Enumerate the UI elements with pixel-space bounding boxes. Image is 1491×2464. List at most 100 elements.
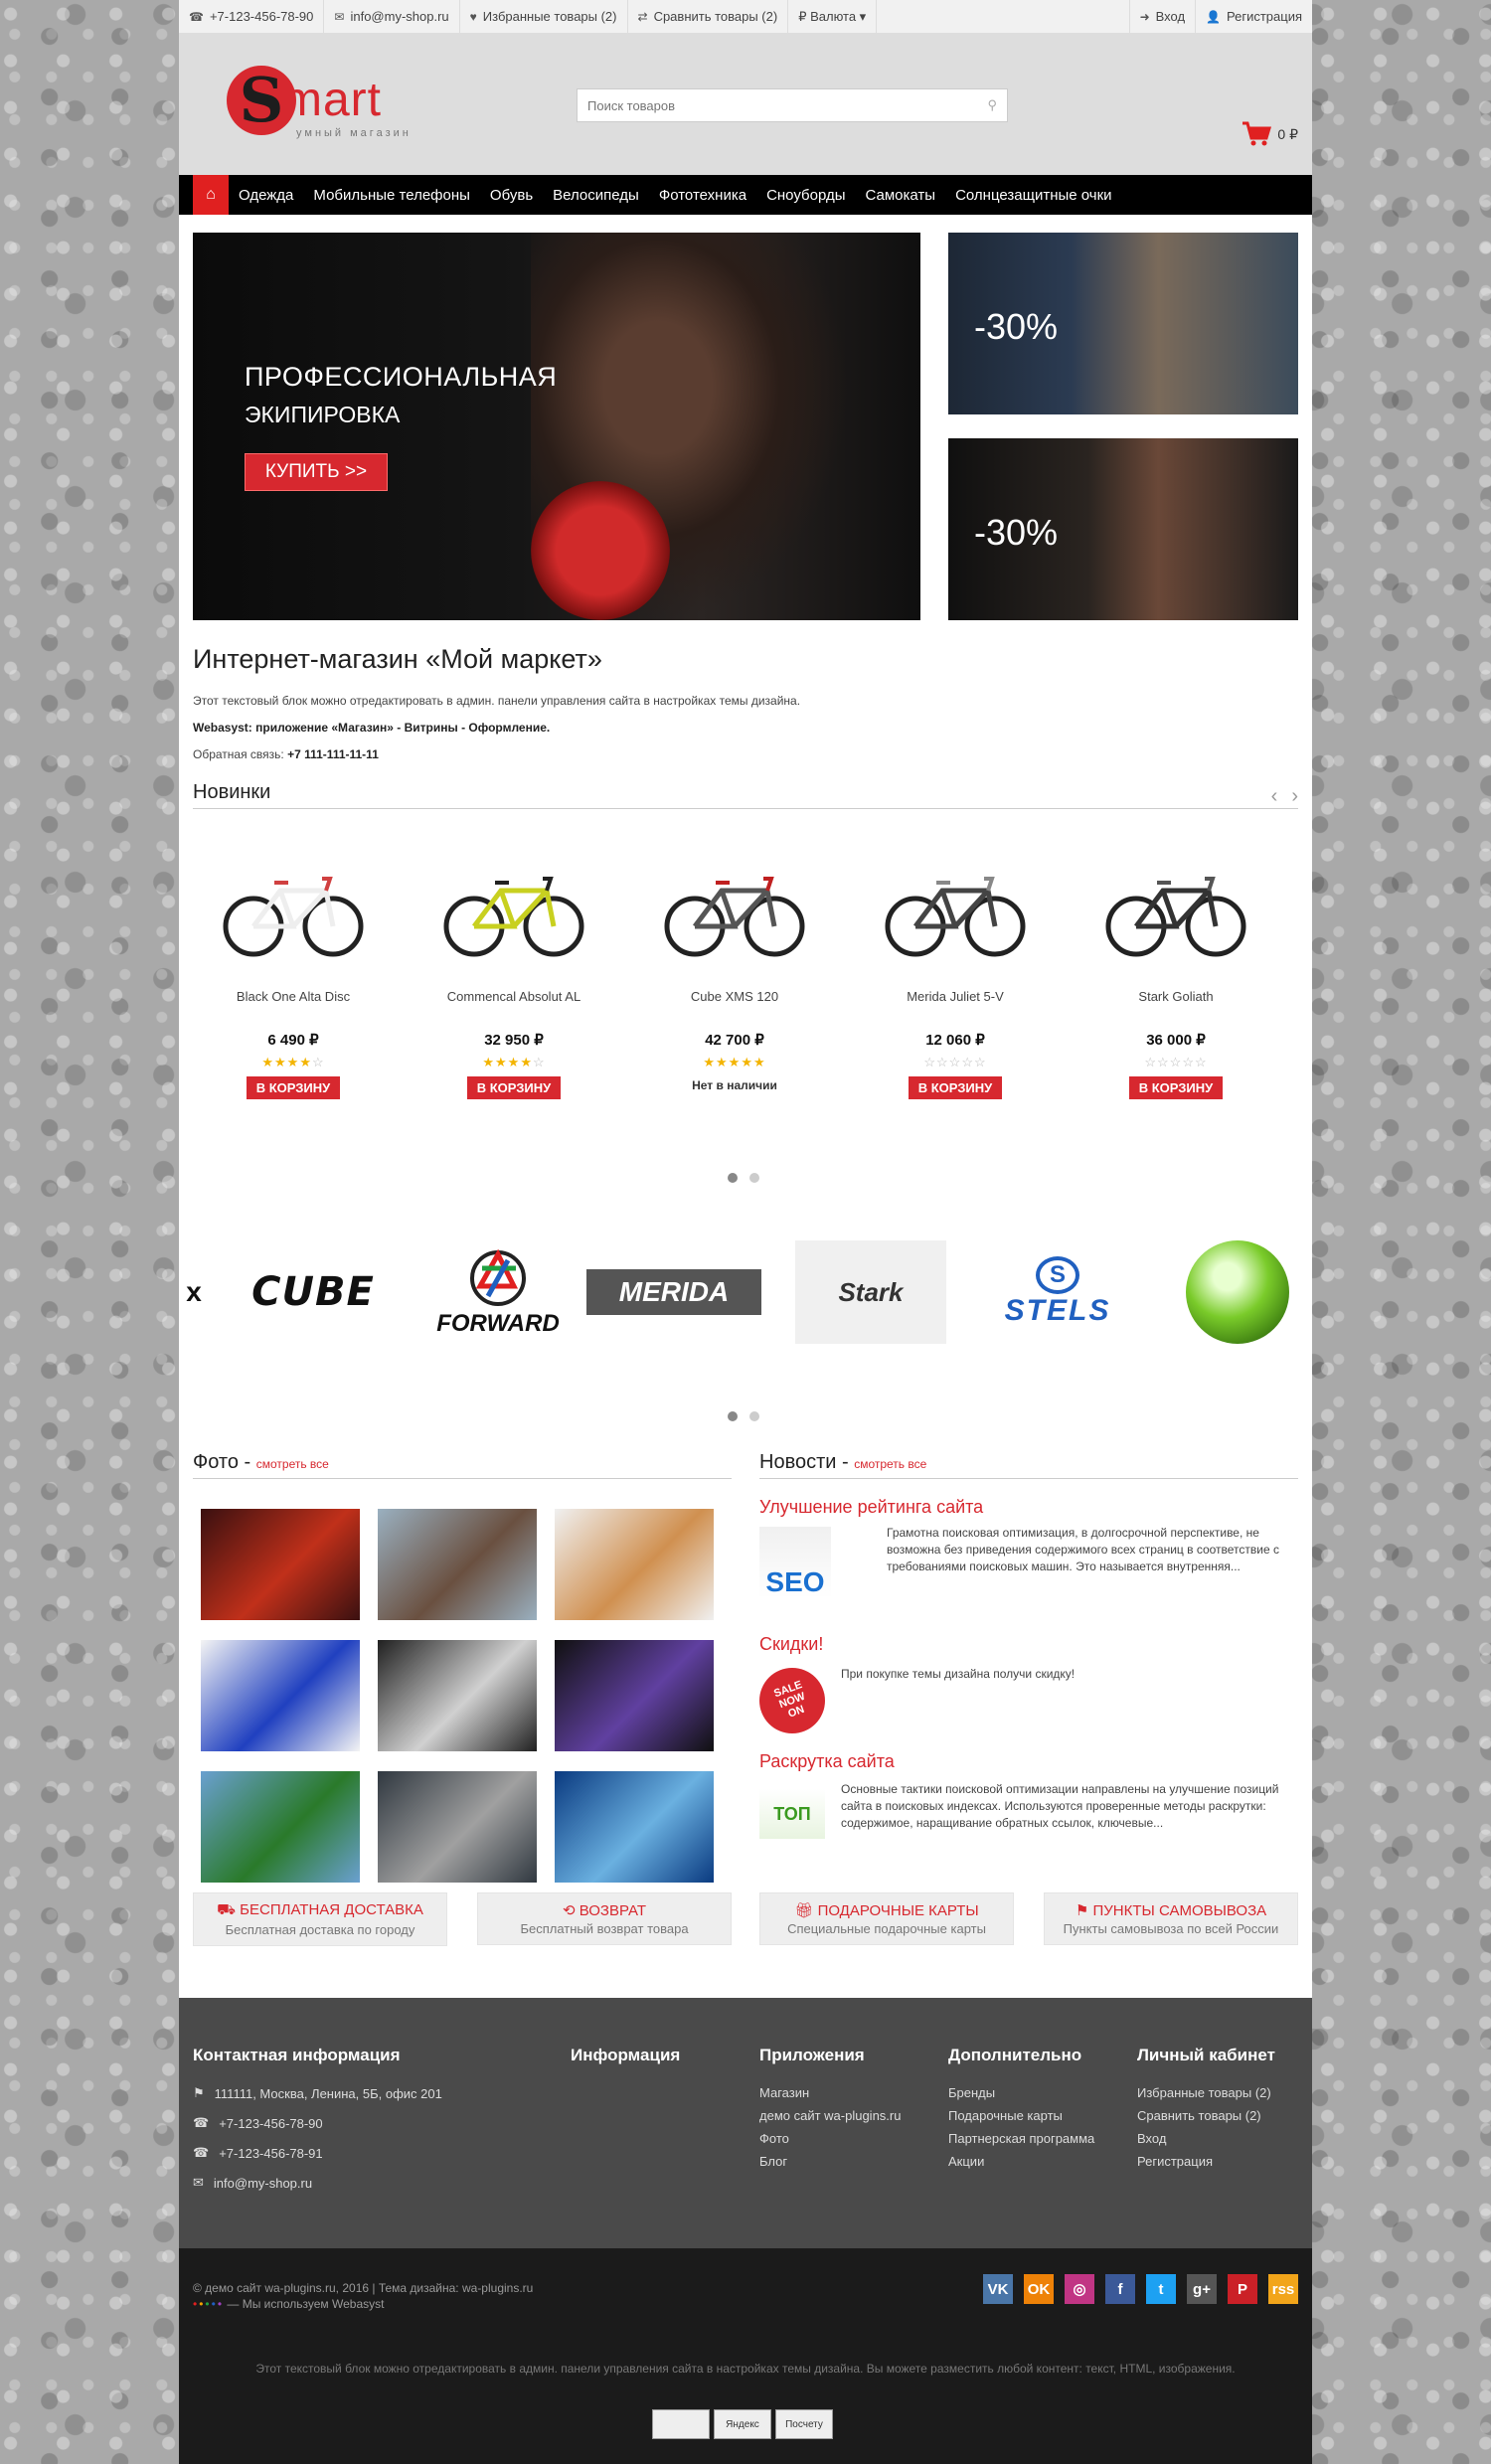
photo-thumbnail[interactable] [378,1771,537,1883]
counter-badge[interactable] [652,2409,710,2439]
news-title[interactable]: Улучшение рейтинга сайта [759,1497,983,1518]
nav-item[interactable]: Мобильные телефоны [303,187,480,204]
add-to-cart-button[interactable]: В КОРЗИНУ [908,1076,1003,1099]
photos-view-all-link[interactable]: смотреть все [256,1457,329,1471]
news-title[interactable]: Раскрутка сайта [759,1751,895,1772]
nav-item[interactable]: Велосипеды [543,187,649,204]
product-card[interactable]: Stark Goliath 36 000 ₽ ☆☆☆☆☆ В КОРЗИНУ [1081,855,1270,1099]
footer-link[interactable]: Бренды [948,2085,1094,2100]
brand-logo-cube[interactable]: CUBE [219,1240,408,1344]
product-name[interactable]: Merida Juliet 5-V [861,989,1050,1009]
nav-item[interactable]: Одежда [229,187,303,204]
bike-image[interactable] [439,855,588,964]
pagination-dot[interactable] [749,1411,759,1421]
topbar-phone[interactable]: ☎ +7-123-456-78-90 [179,0,325,33]
vk-icon[interactable]: VK [983,2274,1013,2304]
footer-email[interactable]: ✉ info@my-shop.ru [193,2175,442,2191]
pinterest-icon[interactable]: P [1228,2274,1257,2304]
add-to-cart-button[interactable]: В КОРЗИНУ [466,1076,562,1099]
counter-badge[interactable]: Посчету [775,2409,833,2439]
photo-thumbnail[interactable] [378,1509,537,1620]
google-plus-icon[interactable]: g+ [1187,2274,1217,2304]
brand-logo-stark[interactable]: Stark [795,1240,946,1344]
footer-link[interactable]: Фото [759,2131,901,2146]
brand-logo-sony-ericsson[interactable] [1183,1240,1292,1344]
hero-banner[interactable]: ПРОФЕССИОНАЛЬНАЯ ЭКИПИРОВКА КУПИТЬ >> [193,233,920,620]
brand-logo-forward[interactable]: FORWARD [414,1240,582,1344]
topbar-email[interactable]: ✉ info@my-shop.ru [324,0,460,33]
photo-thumbnail[interactable] [555,1509,714,1620]
home-icon[interactable]: ⌂ [193,175,229,215]
feature-return[interactable]: ⟲ ВОЗВРАТ Бесплатный возврат товара [477,1892,732,1945]
photo-thumbnail[interactable] [201,1509,360,1620]
footer-link[interactable]: Магазин [759,2085,901,2100]
bike-image[interactable] [219,855,368,964]
product-card[interactable]: Cube XMS 120 42 700 ₽ ★★★★★ Нет в наличии [640,855,829,1092]
bike-image[interactable] [881,855,1030,964]
photo-thumbnail[interactable] [555,1640,714,1751]
footer-link[interactable]: Вход [1137,2131,1275,2146]
brand-logo-stels[interactable]: S STELS [970,1240,1145,1344]
login-link[interactable]: ➜ Вход [1128,0,1195,33]
footer-phone[interactable]: ☎ +7-123-456-78-91 [193,2145,442,2161]
cart[interactable]: 0 ₽ [1242,121,1298,147]
currency-dropdown[interactable]: ₽ Валюта ▾ [788,0,878,33]
photo-thumbnail[interactable] [378,1640,537,1751]
footer-link[interactable]: Регистрация [1137,2154,1275,2169]
topbar-favorites[interactable]: ♥ Избранные товары (2) [460,0,628,33]
top-ranking-image[interactable]: ТОП [759,1789,825,1839]
feature-pickup-points[interactable]: ⚑ ПУНКТЫ САМОВЫВОЗА Пункты самовывоза по… [1044,1892,1298,1945]
chevron-left-icon[interactable]: ‹ [1271,785,1278,808]
odnoklassniki-icon[interactable]: OK [1024,2274,1054,2304]
sale-badge-image[interactable]: SALE NOW ON [759,1668,825,1733]
photo-thumbnail[interactable] [555,1771,714,1883]
nav-item[interactable]: Сноуборды [756,187,855,204]
bike-image[interactable] [660,855,809,964]
footer-link[interactable]: Избранные товары (2) [1137,2085,1275,2100]
search-icon[interactable]: ⚲ [987,97,997,113]
brand-logo-partial[interactable]: x [179,1240,209,1344]
pagination-dot[interactable] [749,1173,759,1183]
product-card[interactable]: Commencal Absolut AL 32 950 ₽ ★★★★☆ В КОРЗИ… [419,855,608,1099]
footer-link[interactable]: Акции [948,2154,1094,2169]
topbar-compare[interactable]: ⇄ Сравнить товары (2) [628,0,789,33]
footer-link[interactable]: Блог [759,2154,901,2169]
product-card[interactable]: Merida Juliet 5-V 12 060 ₽ ☆☆☆☆☆ В КОРЗИНУ [861,855,1050,1099]
product-name[interactable]: Commencal Absolut AL [419,989,608,1009]
facebook-icon[interactable]: f [1105,2274,1135,2304]
photo-thumbnail[interactable] [201,1640,360,1751]
feature-gift-cards[interactable]: 🎁︎ ПОДАРОЧНЫЕ КАРТЫ Специальные подарочн… [759,1892,1014,1945]
logo[interactable]: S mart [227,66,382,135]
product-card[interactable]: Black One Alta Disc 6 490 ₽ ★★★★☆ В КОРЗИНУ [199,855,388,1099]
news-view-all-link[interactable]: смотреть все [854,1457,926,1471]
rss-icon[interactable]: rss [1268,2274,1298,2304]
add-to-cart-button[interactable]: В КОРЗИНУ [246,1076,341,1099]
feature-free-delivery[interactable]: ⛟ БЕСПЛАТНАЯ ДОСТАВКА Бесплатная доставк… [193,1892,447,1946]
footer-link[interactable]: Партнерская программа [948,2131,1094,2146]
nav-item[interactable]: Фототехника [649,187,756,204]
brand-logo-merida[interactable]: MERIDA [584,1240,763,1344]
product-name[interactable]: Cube XMS 120 [640,989,829,1009]
search-input[interactable] [587,97,988,113]
nav-item[interactable]: Обувь [480,187,543,204]
footer-link[interactable]: демо сайт wa-plugins.ru [759,2108,901,2123]
photo-thumbnail[interactable] [201,1771,360,1883]
nav-item[interactable]: Самокаты [856,187,946,204]
seo-news-image[interactable]: SEO [759,1527,831,1598]
add-to-cart-button[interactable]: В КОРЗИНУ [1128,1076,1224,1099]
pagination-dot[interactable] [728,1411,738,1421]
footer-link[interactable]: Подарочные карты [948,2108,1094,2123]
counter-badge[interactable]: Яндекс [714,2409,771,2439]
nav-item[interactable]: Солнцезащитные очки [945,187,1121,204]
promo-banner-runner[interactable]: -30% [948,233,1298,414]
register-link[interactable]: 👤 Регистрация [1195,0,1312,33]
product-name[interactable]: Black One Alta Disc [199,989,388,1009]
pagination-dot[interactable] [728,1173,738,1183]
footer-phone[interactable]: ☎ +7-123-456-78-90 [193,2115,442,2131]
instagram-icon[interactable]: ◎ [1065,2274,1094,2304]
footer-link[interactable]: Сравнить товары (2) [1137,2108,1275,2123]
hero-buy-button[interactable]: КУПИТЬ >> [245,453,388,491]
chevron-right-icon[interactable]: › [1291,785,1298,808]
news-title[interactable]: Скидки! [759,1634,823,1655]
promo-banner-fitness[interactable]: -30% [948,438,1298,620]
